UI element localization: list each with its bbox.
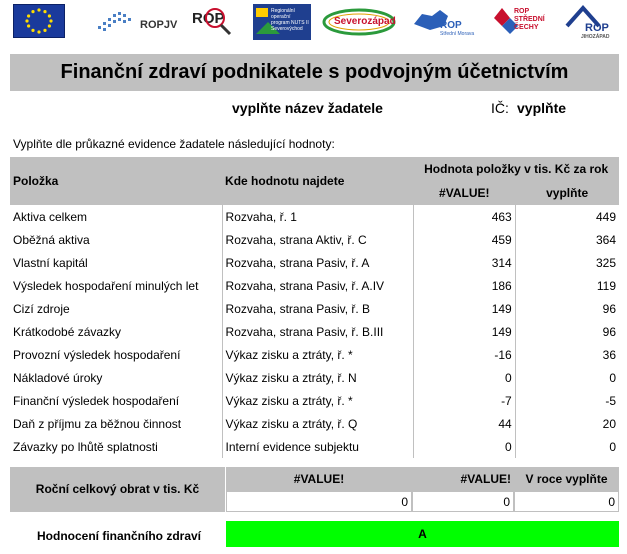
table-row: Daň z příjmu za běžnou činnost Výkaz zisk…	[10, 412, 619, 435]
row-value-year2[interactable]: 36	[514, 343, 619, 366]
row-value-year1[interactable]: 186	[412, 274, 516, 297]
ropjv-logo: ROPJV	[96, 4, 181, 40]
table-row: Finanční výsledek hospodaření Výkaz zisku…	[10, 389, 619, 412]
column-header-year1: #VALUE!	[439, 186, 490, 200]
row-value-year2[interactable]: 96	[514, 320, 619, 343]
rating-value: A	[226, 521, 619, 547]
row-where-label: Rozvaha, strana Pasiv, ř. B	[221, 297, 414, 320]
row-value-year1[interactable]: 149	[412, 320, 516, 343]
turnover-header-2: #VALUE!	[412, 467, 514, 491]
table-row: Aktiva celkem Rozvaha, ř. 1 463 449	[10, 205, 619, 228]
column-header-where: Kde hodnotu najdete	[225, 174, 345, 188]
row-value-year1[interactable]: -16	[412, 343, 516, 366]
row-item-label: Nákladové úroky	[13, 370, 103, 385]
instruction-text: Vyplňte dle průkazné evidence žadatele n…	[13, 137, 335, 151]
rop-stredni-cechy-logo: ROP STŘEDNÍ ČECHY	[490, 4, 545, 40]
row-value-year2[interactable]: 96	[514, 297, 619, 320]
row-value-year2[interactable]: 0	[514, 366, 619, 389]
turnover-header-3[interactable]: V roce vyplňte	[514, 467, 619, 491]
row-item-label: Krátkodobé závazky	[13, 324, 122, 339]
row-value-year2[interactable]: 325	[514, 251, 619, 274]
row-item-label: Oběžná aktiva	[13, 232, 90, 247]
ic-field[interactable]: vyplňte	[517, 100, 566, 116]
row-where-label: Rozvaha, strana Pasiv, ř. A.IV	[221, 274, 414, 297]
row-value-year1[interactable]: 314	[412, 251, 516, 274]
row-value-year2[interactable]: 20	[514, 412, 619, 435]
row-item-label: Finanční výsledek hospodaření	[13, 393, 180, 408]
row-where-label: Interní evidence subjektu	[221, 435, 414, 458]
turnover-label: Roční celkový obrat v tis. Kč	[10, 467, 225, 512]
row-item-label: Provozní výsledek hospodaření	[13, 347, 181, 362]
rating-label: Hodnocení finančního zdraví	[37, 529, 202, 543]
turnover-value-3[interactable]: 0	[514, 491, 619, 512]
row-value-year1[interactable]: 0	[412, 435, 516, 458]
table-row: Vlastní kapitál Rozvaha, strana Pasiv, ř.…	[10, 251, 619, 274]
row-item-label: Daň z příjmu za běžnou činnost	[13, 416, 182, 431]
table-row: Oběžná aktiva Rozvaha, strana Aktiv, ř. C…	[10, 228, 619, 251]
turnover-header-1: #VALUE!	[226, 467, 412, 491]
financial-data-table: Položka Kde hodnotu najdete Hodnota polo…	[10, 157, 619, 458]
row-where-label: Výkaz zisku a ztráty, ř. *	[221, 389, 414, 412]
row-value-year1[interactable]: 0	[412, 366, 516, 389]
row-value-year1[interactable]: 149	[412, 297, 516, 320]
row-where-label: Rozvaha, strana Pasiv, ř. B.III	[221, 320, 414, 343]
row-value-year2[interactable]: 449	[514, 205, 619, 228]
row-where-label: Rozvaha, ř. 1	[221, 205, 414, 228]
severozapad-logo: Severozápad	[322, 4, 397, 40]
table-row: Výsledek hospodaření minulých let Rozvaha…	[10, 274, 619, 297]
applicant-name-field[interactable]: vyplňte název žadatele	[232, 100, 383, 116]
row-item-label: Cizí zdroje	[13, 301, 70, 316]
column-header-item: Položka	[13, 174, 59, 188]
row-value-year2[interactable]: 364	[514, 228, 619, 251]
turnover-value-1[interactable]: 0	[226, 491, 412, 512]
table-header-row: Položka Kde hodnotu najdete Hodnota polo…	[10, 157, 619, 188]
row-value-year2[interactable]: 119	[514, 274, 619, 297]
row-item-label: Výsledek hospodaření minulých let	[13, 278, 199, 293]
ic-label: IČ:	[491, 100, 509, 116]
row-where-label: Výkaz zisku a ztráty, ř. N	[221, 366, 414, 389]
row-value-year2[interactable]: 0	[514, 435, 619, 458]
table-row: Provozní výsledek hospodaření Výkaz zisku…	[10, 343, 619, 366]
rop-stredni-morava-logo: ROP Střední Morava	[410, 4, 474, 40]
column-header-year2[interactable]: vyplňte	[515, 181, 619, 205]
turnover-value-2[interactable]: 0	[412, 491, 514, 512]
row-where-label: Rozvaha, strana Aktiv, ř. C	[221, 228, 414, 251]
row-item-label: Aktiva celkem	[13, 209, 88, 224]
regional-program-logo: Regionální operační program NUTS II Seve…	[253, 4, 311, 40]
page-title: Finanční zdraví podnikatele s podvojným …	[10, 54, 619, 91]
table-row: Závazky po lhůtě splatnosti Interní evide…	[10, 435, 619, 458]
table-row: Nákladové úroky Výkaz zisku a ztráty, ř. …	[10, 366, 619, 389]
row-where-label: Výkaz zisku a ztráty, ř. *	[221, 343, 414, 366]
column-header-value-group: Hodnota položky v tis. Kč za rok	[424, 162, 609, 176]
row-item-label: Vlastní kapitál	[13, 255, 88, 270]
row-value-year1[interactable]: -7	[412, 389, 516, 412]
row-value-year1[interactable]: 44	[412, 412, 516, 435]
row-item-label: Závazky po lhůtě splatnosti	[13, 439, 158, 454]
row-value-year1[interactable]: 463	[412, 205, 516, 228]
table-row: Cizí zdroje Rozvaha, strana Pasiv, ř. B 14…	[10, 297, 619, 320]
row-where-label: Rozvaha, strana Pasiv, ř. A	[221, 251, 414, 274]
rop-jihozapad-logo: ROP JIHOZÁPAD	[563, 4, 613, 40]
row-value-year2[interactable]: -5	[514, 389, 619, 412]
rop-magnifier-logo: ROP	[190, 4, 240, 40]
eu-flag-logo	[13, 4, 65, 38]
row-where-label: Výkaz zisku a ztráty, ř. Q	[221, 412, 414, 435]
table-row: Krátkodobé závazky Rozvaha, strana Pasiv,…	[10, 320, 619, 343]
row-value-year1[interactable]: 459	[412, 228, 516, 251]
